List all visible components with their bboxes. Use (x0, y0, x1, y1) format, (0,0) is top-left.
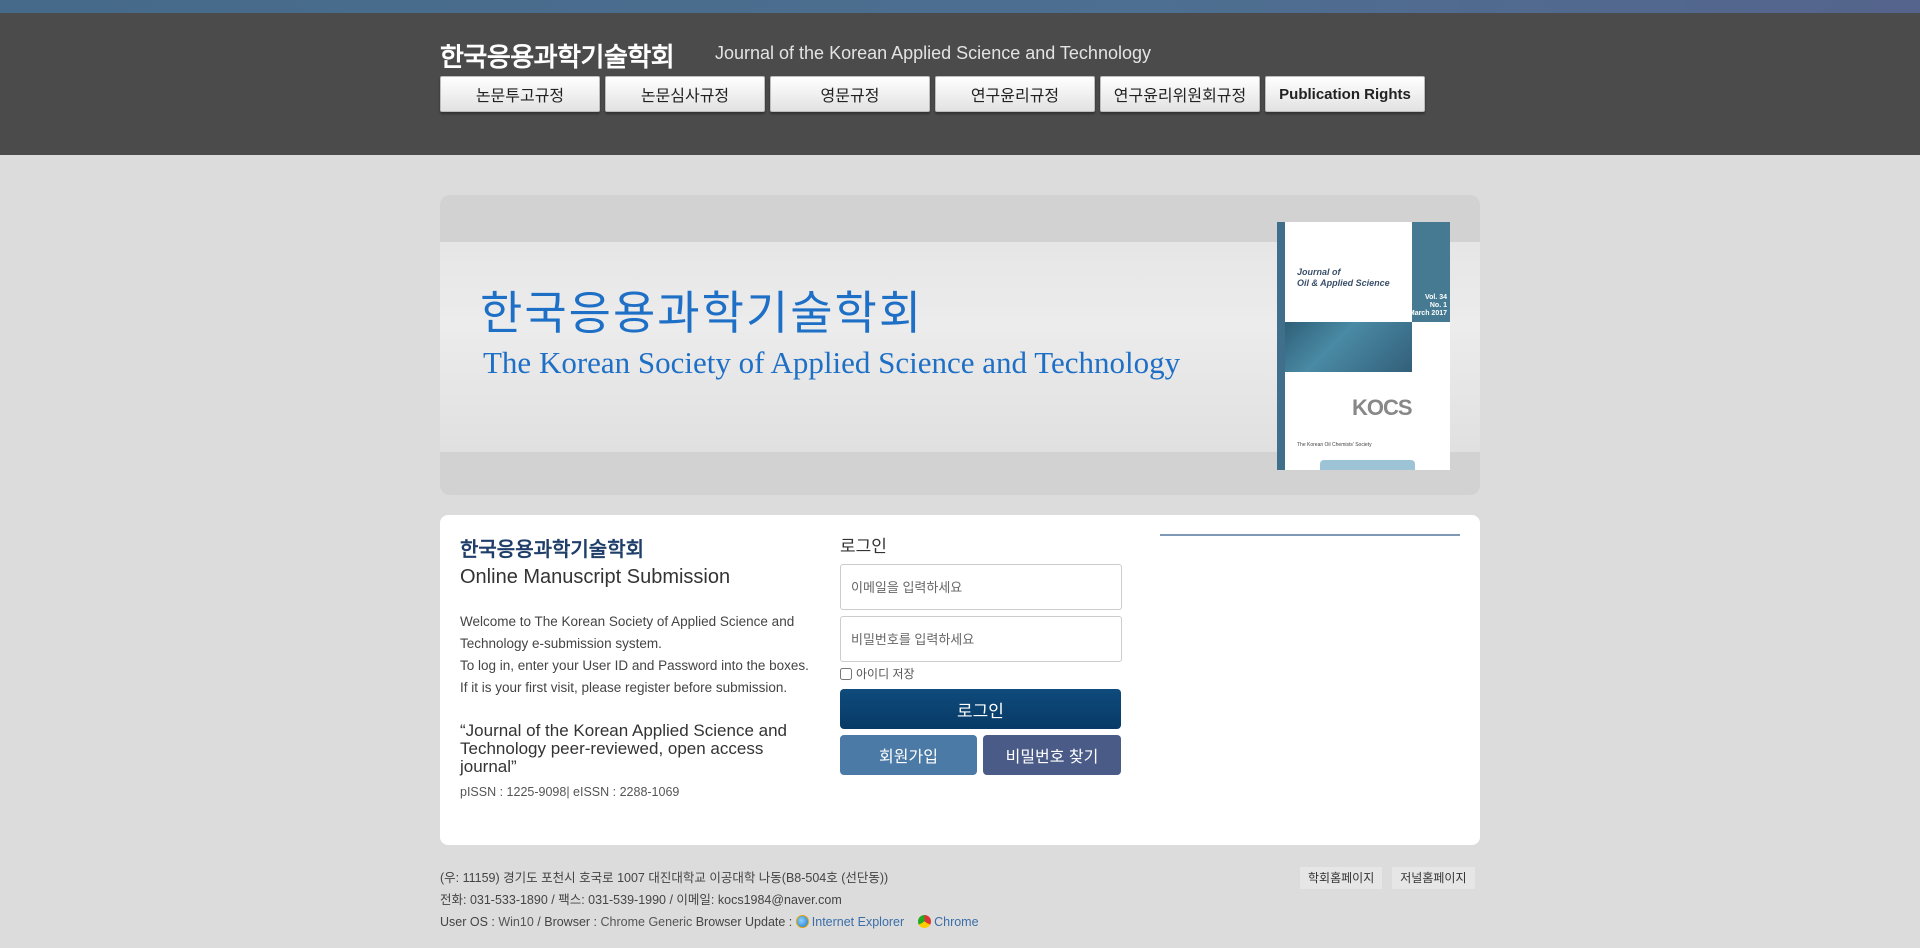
hero-banner: 한국응용과학기술학회 The Korean Society of Applied… (440, 195, 1480, 495)
banner-title-korean: 한국응용과학기술학회 (480, 286, 924, 340)
main-nav: 논문투고규정 논문심사규정 영문규정 연구윤리규정 연구윤리위원회규정 Publ… (440, 76, 1430, 112)
cover-image-block (1285, 322, 1412, 372)
main-panel: 한국응용과학기술학회 Online Manuscript Submission … (440, 515, 1480, 845)
remember-id-label: 아이디 저장 (856, 667, 915, 681)
site-title[interactable]: 한국응용과학기술학회 (440, 37, 675, 74)
nav-publication-rights-button[interactable]: Publication Rights (1265, 76, 1425, 112)
find-password-button[interactable]: 비밀번호 찾기 (983, 735, 1121, 775)
login-button[interactable]: 로그인 (840, 689, 1121, 729)
nav-research-ethics-button[interactable]: 연구윤리규정 (935, 76, 1095, 112)
welcome-text: Welcome to The Korean Society of Applied… (460, 614, 809, 695)
nav-review-rules-button[interactable]: 논문심사규정 (605, 76, 765, 112)
issn-text: pISSN : 1225-9098| eISSN : 2288-1069 (460, 785, 680, 799)
society-homepage-link[interactable]: 학회홈페이지 (1300, 867, 1383, 889)
nav-english-rules-button[interactable]: 영문규정 (770, 76, 930, 112)
footer-env: User OS : Win10 / Browser : Chrome Gener… (440, 915, 979, 929)
footer-info: (우: 11159) 경기도 포천시 호국로 1007 대진대학교 이공대학 나… (440, 867, 979, 933)
footer-contact: 전화: 031-533-1890 / 팩스: 031-539-1990 / 이메… (440, 893, 842, 907)
chrome-icon (918, 915, 932, 928)
password-input[interactable] (840, 616, 1122, 662)
banner-title-english: The Korean Society of Applied Science an… (483, 345, 1181, 380)
site-subtitle: Journal of the Korean Applied Science an… (715, 43, 1151, 63)
intro-subtitle: Online Manuscript Submission (460, 566, 731, 588)
remember-id-checkbox[interactable] (840, 667, 852, 680)
cover-logo: KOCS (1352, 395, 1413, 420)
email-input[interactable] (840, 564, 1122, 610)
intro-title: 한국응용과학기술학회 (460, 539, 644, 561)
cover-volume: Vol. 34 No. 1 March 2017 (1408, 294, 1447, 317)
cover-journal-title: Journal of Oil & Applied Science (1297, 267, 1390, 288)
login-heading: 로그인 (840, 537, 887, 556)
top-accent-strip (0, 0, 1920, 13)
cover-publisher: The Korean Oil Chemists' Society (1297, 442, 1372, 448)
internet-explorer-icon (795, 915, 809, 928)
nav-ethics-committee-button[interactable]: 연구윤리위원회규정 (1100, 76, 1260, 112)
site-header: 한국응용과학기술학회 Journal of the Korean Applied… (0, 13, 1920, 155)
remember-id[interactable]: 아이디 저장 (840, 665, 915, 682)
nav-submission-rules-button[interactable]: 논문투고규정 (440, 76, 600, 112)
cover-bottom-bar (1320, 460, 1415, 470)
chrome-update-link[interactable]: Chrome (918, 915, 979, 929)
footer-address: (우: 11159) 경기도 포천시 호국로 1007 대진대학교 이공대학 나… (440, 871, 889, 885)
journal-homepage-link[interactable]: 저널홈페이지 (1392, 867, 1475, 889)
cover-spine (1277, 222, 1285, 470)
footer-links: 학회홈페이지 저널홈페이지 (1290, 867, 1475, 889)
notice-divider (1160, 534, 1460, 536)
journal-cover-image: Journal of Oil & Applied Science Vol. 34… (1277, 222, 1450, 470)
ie-update-link[interactable]: Internet Explorer (795, 915, 904, 929)
join-button[interactable]: 회원가입 (840, 735, 977, 775)
journal-quote: “Journal of the Korean Applied Science a… (460, 721, 788, 776)
